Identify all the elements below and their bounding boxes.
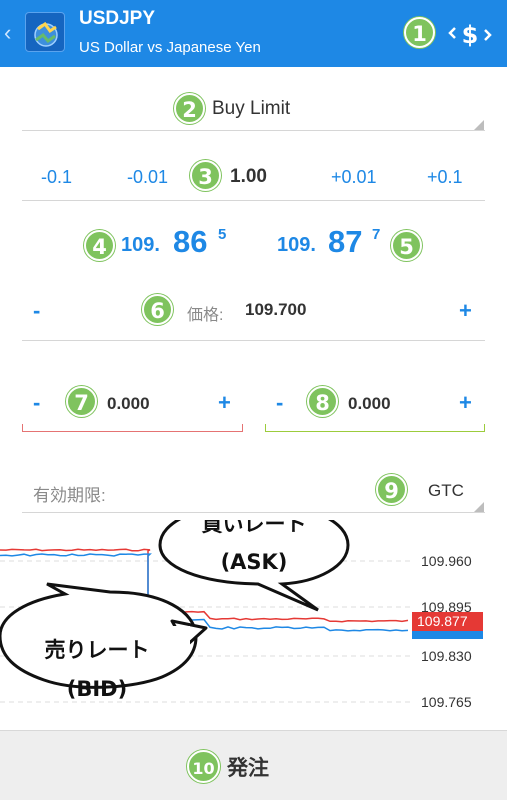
ask-price-prefix: 109. <box>277 234 316 256</box>
place-order-button[interactable]: 10 発注 <box>0 730 507 800</box>
expiration-label: 有効期限: <box>33 486 106 505</box>
volume-increase-small-button[interactable]: +0.01 <box>331 167 377 188</box>
take-profit-tick-right <box>484 424 485 432</box>
volume-underline <box>22 200 485 201</box>
step-badge-8: 8 <box>307 386 338 417</box>
price-increase-button[interactable]: + <box>459 298 472 324</box>
take-profit-underline <box>265 431 485 432</box>
step-badge-3: 3 <box>190 160 221 191</box>
ask-price-sup: 7 <box>372 226 381 243</box>
price-input[interactable]: 109.700 <box>245 300 306 320</box>
step-badge-6: 6 <box>142 294 173 325</box>
back-chevron-icon[interactable]: ‹ <box>4 20 11 46</box>
order-type-underline <box>22 130 485 131</box>
bid-price-prefix: 109. <box>121 234 160 256</box>
ask-callout-line1: 買いレート <box>202 520 307 536</box>
price-chart[interactable]: 109.960 109.895 109.830 109.765 109.877 … <box>0 520 507 730</box>
tp-decrease-button[interactable]: - <box>276 390 283 416</box>
step-badge-4: 4 <box>84 230 115 261</box>
expiration-select[interactable]: GTC <box>428 481 464 501</box>
header-bar: ‹ USDJPY US Dollar vs Japanese Yen 1 $ <box>0 0 507 67</box>
volume-increase-big-button[interactable]: +0.1 <box>427 167 463 188</box>
tp-increase-button[interactable]: + <box>459 390 472 416</box>
bid-callout-bubble <box>0 582 198 689</box>
step-badge-5: 5 <box>391 230 422 261</box>
step-badge-9: 9 <box>376 474 407 505</box>
volume-decrease-small-button[interactable]: -0.01 <box>127 167 168 188</box>
sl-decrease-button[interactable]: - <box>33 390 40 416</box>
ask-callout-line2: (ASK) <box>221 550 288 574</box>
place-order-label: 発注 <box>227 757 269 780</box>
take-profit-input[interactable]: 0.000 <box>348 394 391 414</box>
step-badge-10: 10 <box>187 750 220 783</box>
step-badge-7: 7 <box>66 386 97 417</box>
price-decrease-button[interactable]: - <box>33 298 40 324</box>
bid-price-big: 86 <box>173 224 208 259</box>
stop-loss-input[interactable]: 0.000 <box>107 394 150 414</box>
bid-callout-tail-mask <box>168 626 190 648</box>
order-type-select[interactable]: Buy Limit <box>212 98 290 120</box>
dropdown-corner-icon <box>474 502 484 512</box>
price-underline <box>22 340 485 341</box>
take-profit-tick-left <box>265 424 266 432</box>
order-screen: ‹ USDJPY US Dollar vs Japanese Yen 1 $ 2… <box>0 0 507 800</box>
ask-price-big: 87 <box>328 224 363 259</box>
app-logo-icon <box>25 12 65 52</box>
bid-callout-line2: (BID) <box>67 677 127 701</box>
volume-value[interactable]: 1.00 <box>230 166 267 188</box>
price-label: 価格: <box>187 307 224 324</box>
y-tick-label: 109.830 <box>421 648 472 664</box>
symbol-description: US Dollar vs Japanese Yen <box>79 39 261 56</box>
dropdown-corner-icon <box>474 120 484 130</box>
symbol-title: USDJPY <box>79 8 156 29</box>
y-tick-label: 109.960 <box>421 553 472 569</box>
volume-decrease-big-button[interactable]: -0.1 <box>41 167 72 188</box>
stop-loss-tick-left <box>22 424 23 432</box>
stop-loss-underline <box>22 431 243 432</box>
svg-text:$: $ <box>462 21 479 49</box>
step-badge-2: 2 <box>174 93 205 124</box>
expiration-underline <box>22 512 485 513</box>
step-badge-1: 1 <box>404 17 435 48</box>
sl-increase-button[interactable]: + <box>218 390 231 416</box>
y-tick-label: 109.765 <box>421 694 472 710</box>
current-ask-label: 109.877 <box>417 613 468 629</box>
dollar-swap-icon[interactable]: $ <box>446 14 494 54</box>
bid-callout-line1: 売りレート <box>45 638 150 662</box>
bid-price-sup: 5 <box>218 226 227 243</box>
stop-loss-tick-right <box>242 424 243 432</box>
